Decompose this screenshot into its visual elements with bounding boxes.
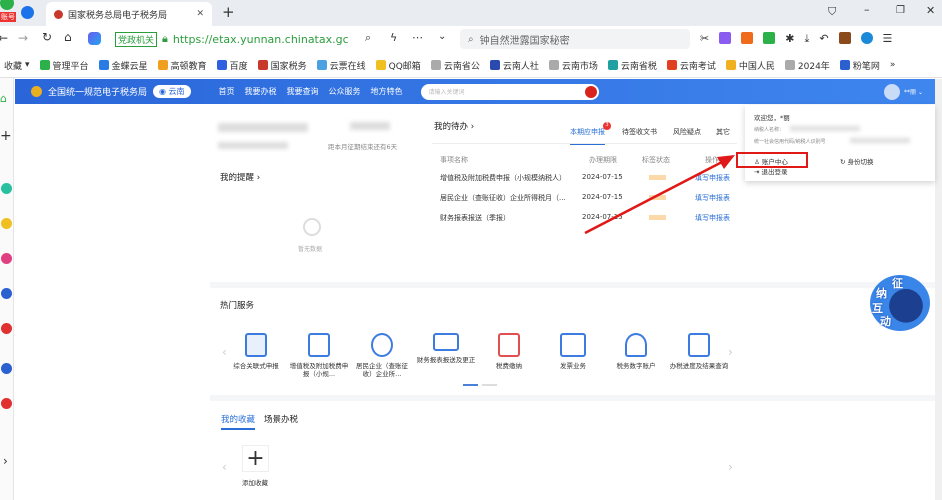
service-item[interactable]: 税务数字账户 — [606, 333, 666, 370]
service-label: 办税进度及结果查询 — [669, 362, 729, 370]
carousel-dot-active[interactable] — [463, 384, 478, 386]
carousel-dot[interactable] — [482, 384, 497, 386]
service-label: 综合关联式申报 — [233, 362, 279, 370]
section-gap — [210, 282, 935, 288]
add-favorite-button[interactable]: + — [242, 445, 269, 472]
plus-icon: + — [246, 446, 265, 471]
service-label: 税费缴纳 — [496, 362, 522, 370]
service-icon — [560, 333, 586, 357]
hot-services-title: 热门服务 — [220, 301, 255, 311]
service-item[interactable]: 办税进度及结果查询 — [669, 333, 729, 370]
mascot-char: 纳 — [876, 287, 887, 300]
service-icon — [625, 333, 647, 357]
service-icon — [498, 333, 520, 357]
service-icon — [688, 333, 710, 357]
interaction-mascot[interactable]: 征 纳 互 动 — [870, 275, 930, 331]
service-item[interactable]: 居民企业（查账征收）企业所... — [352, 333, 412, 378]
service-item[interactable]: 增值税及附加税费申报（小规... — [289, 333, 349, 378]
service-label: 增值税及附加税费申报（小规... — [289, 362, 349, 378]
service-label: 居民企业（查账征收）企业所... — [356, 362, 408, 378]
service-item[interactable]: 综合关联式申报 — [226, 333, 286, 370]
service-label: 税务数字账户 — [616, 362, 656, 370]
service-item[interactable]: 财务报表报送及更正 — [416, 333, 476, 364]
service-icon — [245, 333, 267, 357]
tab-scenarios[interactable]: 场景办税 — [264, 413, 298, 425]
service-icon — [308, 333, 330, 357]
service-icon — [433, 333, 459, 351]
section-gap — [210, 395, 935, 401]
arrow-line — [584, 160, 723, 235]
tab-favorites[interactable]: 我的收藏 — [221, 413, 256, 430]
mascot-char: 征 — [892, 277, 903, 290]
next-arrow[interactable]: › — [728, 460, 733, 474]
service-item[interactable]: 税费缴纳 — [479, 333, 539, 370]
service-icon — [371, 333, 393, 357]
mascot-char: 动 — [880, 315, 891, 328]
service-label: 发票业务 — [560, 362, 586, 370]
prev-arrow[interactable]: ‹ — [222, 460, 227, 474]
annotation-arrow — [584, 155, 735, 235]
service-label: 财务报表报送及更正 — [416, 356, 476, 364]
add-favorite-label: 添加收藏 — [242, 479, 268, 487]
service-item[interactable]: 发票业务 — [543, 333, 603, 370]
